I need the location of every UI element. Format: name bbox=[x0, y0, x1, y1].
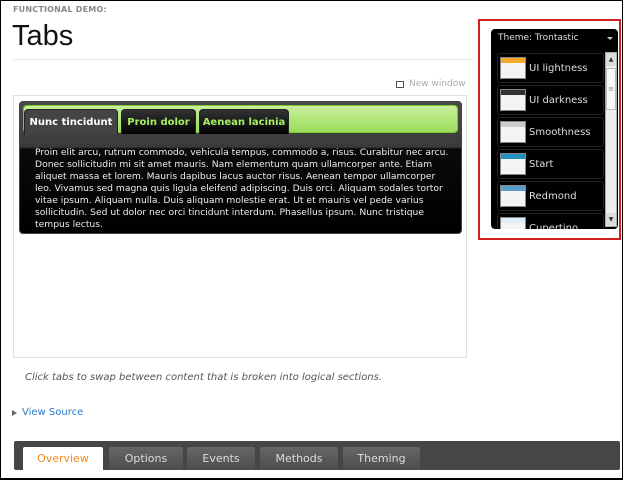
page-title: Tabs bbox=[12, 20, 74, 52]
view-source-label: View Source bbox=[22, 407, 84, 418]
theme-thumbnail-icon bbox=[500, 121, 526, 143]
scrollbar[interactable]: ▲ ≡ ▼ bbox=[605, 52, 617, 227]
theme-item-label: Cupertino bbox=[529, 222, 579, 230]
divider bbox=[13, 59, 473, 60]
tab-theming[interactable]: Theming bbox=[343, 447, 420, 470]
theme-item[interactable]: UI lightness bbox=[497, 53, 604, 83]
dropdown-arrow-icon[interactable] bbox=[607, 37, 613, 40]
theme-item[interactable]: Smoothness bbox=[497, 117, 604, 147]
expand-triangle-icon bbox=[12, 409, 17, 416]
scrollbar-thumb[interactable]: ≡ bbox=[606, 68, 616, 110]
theme-thumbnail-icon bbox=[500, 89, 526, 111]
theme-item-label: UI darkness bbox=[529, 94, 588, 106]
theme-list: UI lightness UI darkness Smoothness Start Re… bbox=[497, 53, 604, 229]
doc-tab-bar: Overview Options Events Methods Theming bbox=[14, 441, 620, 470]
tab-events[interactable]: Events bbox=[187, 447, 255, 470]
section-label: FUNCTIONAL DEMO: bbox=[13, 5, 107, 14]
tabs-widget: Nunc tincidunt Proin dolor Aenean lacini… bbox=[19, 101, 462, 234]
theme-switcher[interactable]: Theme: Trontastic UI lightness UI darknes… bbox=[491, 29, 618, 229]
theme-item-label: Smoothness bbox=[529, 126, 591, 138]
new-window-icon bbox=[396, 80, 404, 88]
tab-methods[interactable]: Methods bbox=[260, 447, 338, 470]
new-window-link[interactable]: New window bbox=[396, 79, 466, 89]
tab-bar: Nunc tincidunt Proin dolor Aenean lacini… bbox=[23, 105, 458, 135]
theme-item-label: Start bbox=[529, 158, 554, 170]
scroll-up-button[interactable]: ▲ bbox=[606, 53, 616, 66]
view-source-link[interactable]: View Source bbox=[12, 407, 83, 418]
tab-panel-content: Proin elit arcu, rutrum commodo, vehicul… bbox=[35, 147, 449, 230]
demo-caption: Click tabs to swap between content that … bbox=[25, 372, 382, 383]
theme-item[interactable]: Redmond bbox=[497, 181, 604, 211]
theme-thumbnail-icon bbox=[500, 57, 526, 79]
tab-overview[interactable]: Overview bbox=[23, 447, 103, 470]
tab-nunc-tincidunt[interactable]: Nunc tincidunt bbox=[24, 109, 118, 135]
tab-proin-dolor[interactable]: Proin dolor bbox=[121, 109, 196, 134]
theme-item[interactable]: Cupertino bbox=[497, 213, 604, 229]
tab-aenean-lacinia[interactable]: Aenean lacinia bbox=[199, 109, 289, 134]
theme-item-label: Redmond bbox=[529, 190, 577, 202]
theme-thumbnail-icon bbox=[500, 153, 526, 175]
theme-thumbnail-icon bbox=[500, 217, 526, 229]
theme-item[interactable]: UI darkness bbox=[497, 85, 604, 115]
tab-options[interactable]: Options bbox=[109, 447, 183, 470]
scroll-down-button[interactable]: ▼ bbox=[606, 213, 616, 226]
theme-switcher-title[interactable]: Theme: Trontastic bbox=[498, 33, 579, 43]
theme-item-label: UI lightness bbox=[529, 62, 588, 74]
theme-thumbnail-icon bbox=[500, 185, 526, 207]
theme-item[interactable]: Start bbox=[497, 149, 604, 179]
new-window-label: New window bbox=[409, 79, 466, 89]
